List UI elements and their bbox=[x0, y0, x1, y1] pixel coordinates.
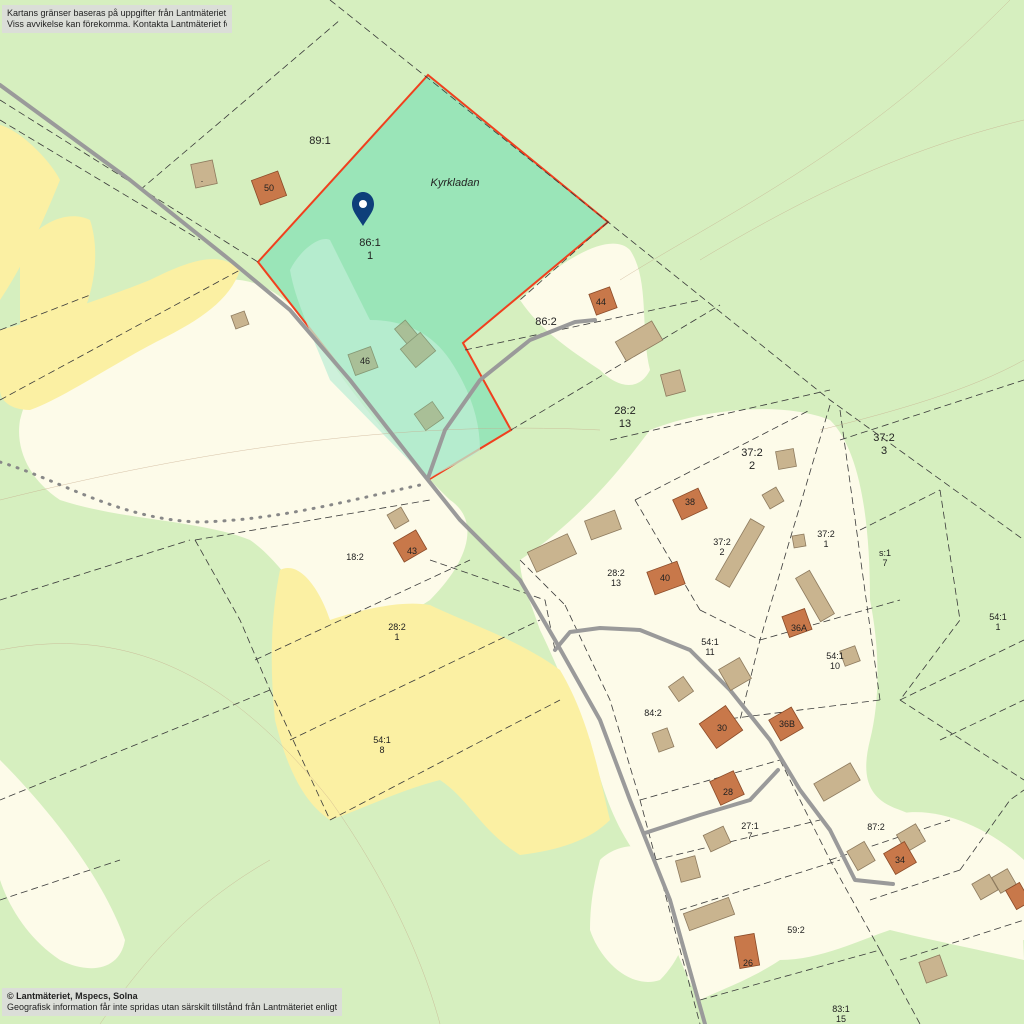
parcel-name-label: Kyrkladan bbox=[431, 177, 480, 189]
parcel-label: 8 bbox=[379, 745, 384, 755]
house-number: 43 bbox=[407, 546, 417, 556]
attribution-line: Kartans gränser baseras på uppgifter frå… bbox=[7, 8, 227, 18]
parcel-label: 89:1 bbox=[309, 135, 330, 147]
license-line: Geografisk information får inte spridas … bbox=[7, 1002, 337, 1012]
house-number: 46 bbox=[360, 356, 370, 366]
parcel-label: 1 bbox=[394, 632, 399, 642]
parcel-label: 3 bbox=[881, 445, 887, 457]
attribution-line: Viss avvikelse kan förekomma. Kontakta L… bbox=[7, 19, 227, 29]
parcel-label: 37:2 bbox=[713, 537, 731, 547]
parcel-label: 59:2 bbox=[787, 925, 805, 935]
parcel-label: 15 bbox=[836, 1014, 846, 1024]
copyright-notice: © Lantmäteriet, Mspecs, Solna Geografisk… bbox=[2, 988, 342, 1016]
parcel-label: 54:1 bbox=[826, 651, 844, 661]
parcel-label: 1 bbox=[995, 622, 1000, 632]
house-number: 30 bbox=[717, 723, 727, 733]
selected-parcel-designation: 86:1 bbox=[359, 237, 380, 249]
house-number: 36B bbox=[779, 719, 795, 729]
house-number: 40 bbox=[660, 573, 670, 583]
parcel-label: 27:1 bbox=[741, 821, 759, 831]
parcel-label: 2 bbox=[719, 547, 724, 557]
house-number: 28 bbox=[723, 787, 733, 797]
parcel-label: 87:2 bbox=[867, 822, 885, 832]
map-view[interactable]: Kyrkladan 86:1 1 89:1 86:2 28:2 13 37:2 … bbox=[0, 0, 1024, 1024]
parcel-label: 18:2 bbox=[346, 552, 364, 562]
house-number: 36A bbox=[791, 623, 807, 633]
parcel-label: 37:2 bbox=[873, 432, 894, 444]
house-number: 44 bbox=[596, 297, 606, 307]
house-number: 26 bbox=[743, 958, 753, 968]
parcel-label: 28:2 bbox=[388, 622, 406, 632]
house-number: 50 bbox=[264, 183, 274, 193]
parcel-label: 28:2 bbox=[614, 405, 635, 417]
parcel-label: 7 bbox=[882, 558, 887, 568]
parcel-label: 1 bbox=[823, 539, 828, 549]
parcel-label: 54:1 bbox=[373, 735, 391, 745]
parcel-label: 7 bbox=[747, 831, 752, 841]
parcel-label: 84:2 bbox=[644, 708, 662, 718]
parcel-label: 13 bbox=[611, 578, 621, 588]
parcel-label: 54:1 bbox=[701, 637, 719, 647]
selected-parcel-unit: 1 bbox=[367, 250, 373, 262]
parcel-label: 2 bbox=[749, 460, 755, 472]
house-number: 38 bbox=[685, 497, 695, 507]
house-number: . bbox=[201, 174, 204, 184]
copyright-line: © Lantmäteriet, Mspecs, Solna bbox=[7, 991, 138, 1001]
parcel-label: 37:2 bbox=[741, 447, 762, 459]
parcel-label: 86:2 bbox=[535, 316, 556, 328]
map-canvas[interactable]: Kyrkladan 86:1 1 89:1 86:2 28:2 13 37:2 … bbox=[0, 0, 1024, 1024]
parcel-label: 83:1 bbox=[832, 1004, 850, 1014]
parcel-label: 10 bbox=[830, 661, 840, 671]
house-number: 34 bbox=[895, 855, 905, 865]
attribution-notice-top: Kartans gränser baseras på uppgifter frå… bbox=[2, 5, 232, 33]
parcel-label: 13 bbox=[619, 418, 631, 430]
parcel-label: 37:2 bbox=[817, 529, 835, 539]
parcel-label: 11 bbox=[705, 647, 714, 657]
parcel-label: 54:1 bbox=[989, 612, 1007, 622]
parcel-label: 28:2 bbox=[607, 568, 625, 578]
parcel-label: s:1 bbox=[879, 548, 891, 558]
